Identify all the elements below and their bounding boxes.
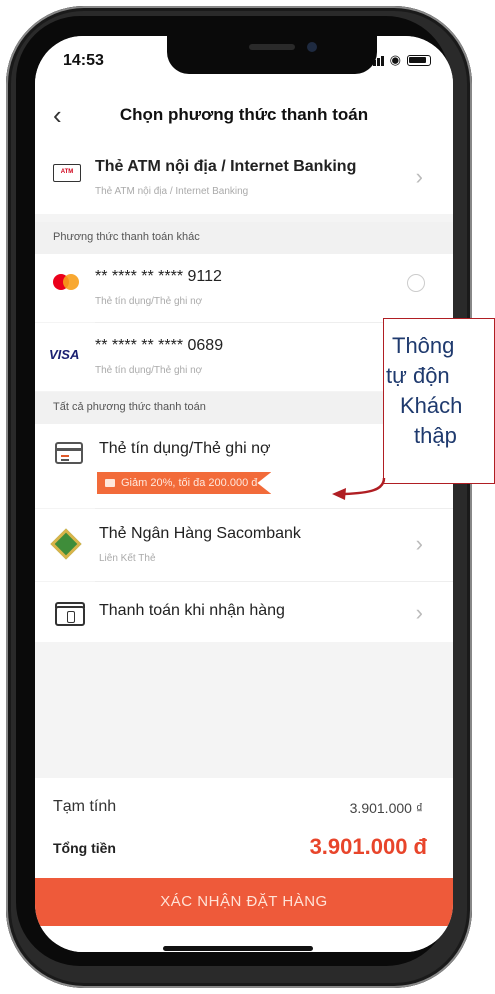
visa-icon: VISA xyxy=(49,347,80,362)
cod-title: Thanh toán khi nhận hàng xyxy=(99,602,285,619)
card-number: ** **** ** **** 0689 xyxy=(95,337,224,354)
chevron-right-icon: › xyxy=(415,164,423,189)
order-summary: Tạm tính 3.901.000 ₫ Tổng tiền 3.901.000… xyxy=(35,778,453,878)
annotation-line: Thông xyxy=(392,333,455,358)
section-header-label: Tất cả phương thức thanh toán xyxy=(53,401,206,413)
atm-internet-banking-option[interactable]: ATM Thẻ ATM nội địa / Internet Banking T… xyxy=(35,142,453,214)
annotation-line: tự độn xyxy=(386,363,450,388)
saved-card-mastercard[interactable]: ** **** ** **** 9112 Thẻ tín dụng/Thẻ gh… xyxy=(35,254,453,322)
sacombank-title: Thẻ Ngân Hàng Sacombank xyxy=(99,525,301,542)
chevron-right-icon: › xyxy=(415,600,423,625)
credit-card-title: Thẻ tín dụng/Thẻ ghi nợ xyxy=(99,440,271,457)
atm-subtitle: Thẻ ATM nội địa / Internet Banking xyxy=(95,186,249,197)
wifi-icon: ◉ xyxy=(389,52,401,67)
atm-title: Thẻ ATM nội địa / Internet Banking xyxy=(95,158,357,175)
total-label: Tổng tiền xyxy=(53,840,116,856)
annotation-line: thập xyxy=(414,423,457,448)
annotation-callout: Thông tự độn Khách thập xyxy=(383,318,495,484)
total-value: 3.901.000 đ xyxy=(309,834,427,859)
page-title: Chọn phương thức thanh toán xyxy=(119,105,369,124)
speaker xyxy=(249,44,295,50)
annotation-text: Thông tự độn Khách thập xyxy=(384,331,494,451)
card-subtitle: Thẻ tín dụng/Thẻ ghi nợ xyxy=(95,296,203,307)
subtotal-value: 3.901.000 ₫ xyxy=(349,800,423,816)
sacombank-option[interactable]: Thẻ Ngân Hàng Sacombank Liên Kết Thẻ › xyxy=(35,509,453,581)
nav-bar: ‹ Chọn phương thức thanh toán xyxy=(35,90,453,142)
radio-button[interactable] xyxy=(407,274,425,292)
mastercard-icon xyxy=(53,274,81,290)
card-number: ** **** ** **** 9112 xyxy=(95,268,222,285)
home-indicator[interactable] xyxy=(163,946,313,951)
status-icons: ◉ xyxy=(368,52,431,68)
camera xyxy=(307,42,317,52)
cash-register-icon xyxy=(55,602,85,626)
battery-icon xyxy=(407,54,431,66)
promo-badge: Giảm 20%, tối đa 200.000 đ xyxy=(97,472,272,494)
notch xyxy=(167,36,377,74)
cash-on-delivery-option[interactable]: Thanh toán khi nhận hàng › xyxy=(35,582,453,642)
confirm-order-button[interactable]: XÁC NHẬN ĐẶT HÀNG xyxy=(35,878,453,926)
credit-card-icon xyxy=(55,442,83,464)
annotation-arrow xyxy=(332,478,386,500)
status-time: 14:53 xyxy=(63,52,104,69)
sacombank-logo-icon xyxy=(50,528,82,560)
section-header-label: Phương thức thanh toán khác xyxy=(53,231,200,243)
card-subtitle: Thẻ tín dụng/Thẻ ghi nợ xyxy=(95,365,203,376)
section-header-other-methods: Phương thức thanh toán khác xyxy=(35,222,453,254)
annotation-line: Khách xyxy=(400,393,463,418)
sacombank-subtitle: Liên Kết Thẻ xyxy=(99,553,156,564)
subtotal-label: Tạm tính xyxy=(53,798,117,815)
chevron-right-icon: › xyxy=(415,531,423,556)
atm-card-icon: ATM xyxy=(53,164,81,182)
